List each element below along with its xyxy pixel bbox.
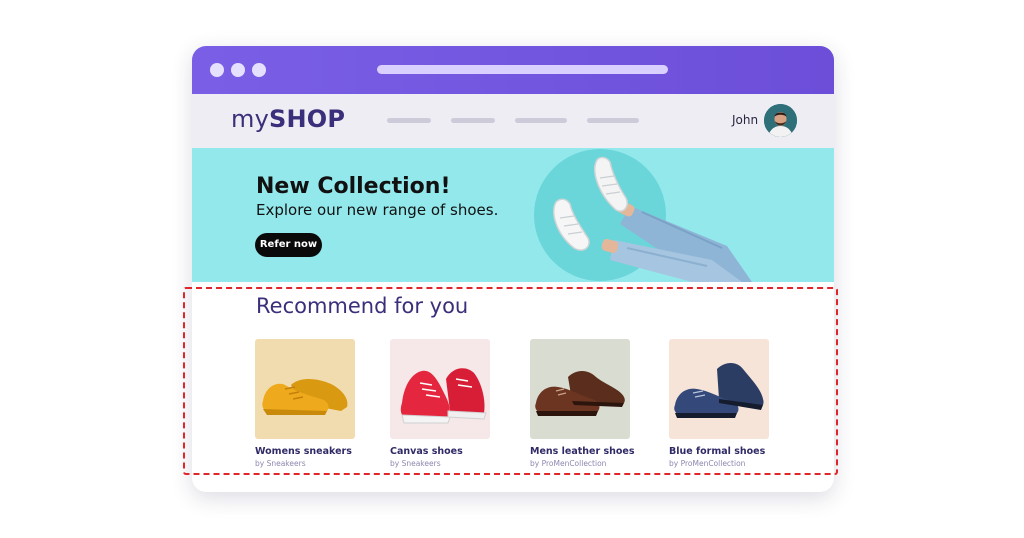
legs-with-sneakers-icon — [534, 149, 752, 282]
logo-suffix: SHOP — [268, 105, 346, 133]
address-bar[interactable] — [377, 65, 668, 74]
window-dot-close[interactable] — [210, 63, 224, 77]
yellow-sneaker-icon — [262, 379, 348, 415]
hero-banner: New Collection! Explore our new range of… — [192, 148, 834, 282]
logo-prefix: my — [231, 105, 269, 133]
product-image[interactable] — [390, 339, 490, 439]
product-brand: by Sneakeers — [390, 459, 441, 468]
brown-leather-shoe-icon — [535, 371, 625, 416]
recommend-title: Recommend for you — [256, 294, 469, 318]
product-name[interactable]: Mens leather shoes — [530, 446, 650, 457]
avatar[interactable] — [764, 104, 797, 137]
window-dot-maximize[interactable] — [252, 63, 266, 77]
shop-logo[interactable]: mySHOP — [231, 105, 345, 133]
browser-titlebar — [192, 46, 834, 94]
product-brand: by ProMenCollection — [669, 459, 746, 468]
red-canvas-shoe-icon — [400, 368, 487, 424]
product-brand: by ProMenCollection — [530, 459, 607, 468]
product-card[interactable]: Mens leather shoes by ProMenCollection — [530, 339, 650, 468]
refer-now-button[interactable]: Refer now — [255, 233, 322, 257]
nav-link-4[interactable] — [587, 118, 639, 123]
browser-window: mySHOP John New Collection! Explore our … — [192, 46, 834, 492]
product-card[interactable]: Womens sneakers by Sneakeers — [255, 339, 375, 468]
user-name[interactable]: John — [732, 113, 758, 127]
product-name[interactable]: Womens sneakers — [255, 446, 375, 457]
product-name[interactable]: Canvas shoes — [390, 446, 510, 457]
product-card[interactable]: Blue formal shoes by ProMenCollection — [669, 339, 789, 468]
product-name[interactable]: Blue formal shoes — [669, 446, 789, 457]
product-image[interactable] — [530, 339, 630, 439]
hero-subtitle: Explore our new range of shoes. — [256, 201, 499, 219]
blue-formal-shoe-icon — [674, 363, 764, 418]
recommend-section: Recommend for you Womens sneakers by Sne… — [192, 282, 834, 492]
nav-link-1[interactable] — [387, 118, 431, 123]
product-card[interactable]: Canvas shoes by Sneakeers — [390, 339, 510, 468]
nav-link-2[interactable] — [451, 118, 495, 123]
site-navbar: mySHOP John — [192, 94, 834, 148]
user-avatar-icon — [764, 104, 797, 137]
nav-link-3[interactable] — [515, 118, 567, 123]
window-dot-minimize[interactable] — [231, 63, 245, 77]
product-brand: by Sneakeers — [255, 459, 306, 468]
product-image[interactable] — [669, 339, 769, 439]
product-image[interactable] — [255, 339, 355, 439]
hero-title: New Collection! — [256, 174, 451, 199]
